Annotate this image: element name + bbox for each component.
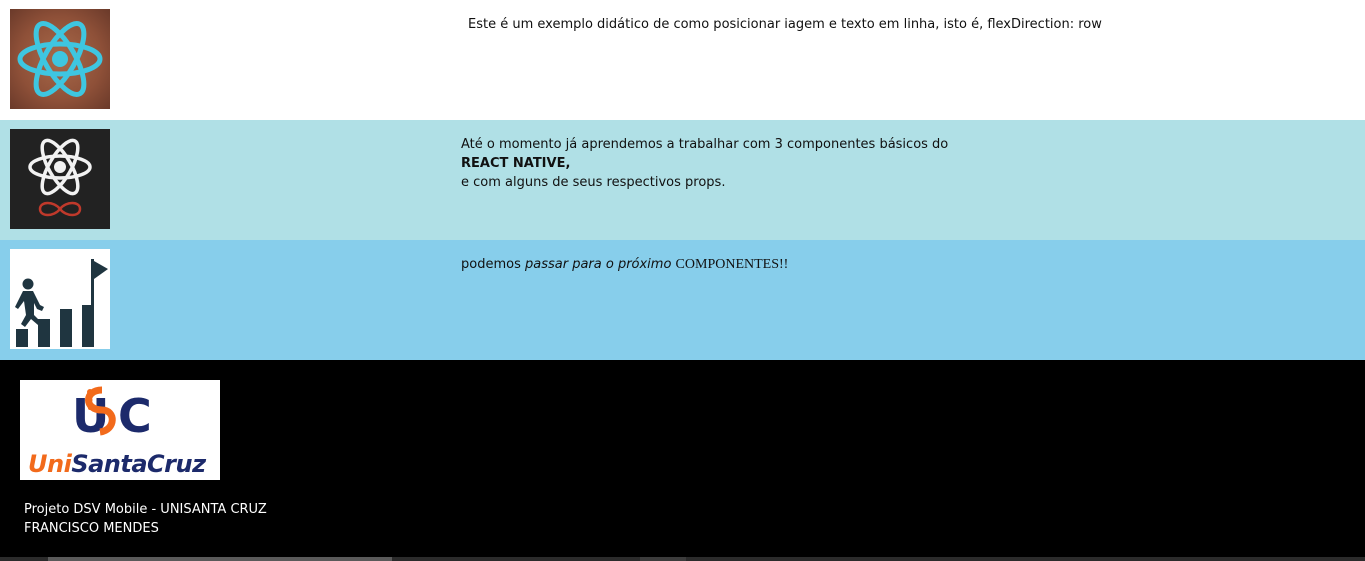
svg-text:C: C: [118, 389, 152, 443]
row-2-line-2: REACT NATIVE,: [461, 156, 571, 171]
content-row-2: Até o momento já aprendemos a trabalhar …: [0, 120, 1365, 240]
react-atom-logo-icon: [10, 9, 110, 109]
scrollbar-segment: [640, 557, 686, 561]
row-2-text: Até o momento já aprendemos a trabalhar …: [461, 135, 948, 192]
row-2-line-3: e com alguns de seus respectivos props.: [461, 175, 726, 190]
row-3-text-serif: COMPONENTES!!: [675, 257, 789, 272]
scrollbar-thumb[interactable]: [48, 557, 392, 561]
row-2-line-1: Até o momento já aprendemos a trabalhar …: [461, 137, 949, 152]
unisantacruz-logo: U C UniSantaCruz: [20, 380, 220, 480]
horizontal-scrollbar[interactable]: [0, 557, 1365, 561]
content-row-3: podemos passar para o próximo COMPONENTE…: [0, 240, 1365, 360]
svg-text:UniSantaCruz: UniSantaCruz: [28, 450, 207, 478]
footer-credits: Projeto DSV Mobile - UNISANTA CRUZ FRANC…: [24, 500, 267, 538]
row-1-text: Este é um exemplo didático de como posic…: [468, 17, 1102, 32]
row-3-text: podemos passar para o próximo COMPONENTE…: [461, 255, 788, 274]
row-3-text-italic: passar para o próximo: [524, 257, 676, 272]
content-row-1: Este é um exemplo didático de como posic…: [0, 0, 1365, 120]
row-3-text-part-1: podemos: [461, 257, 525, 272]
footer-line-2: FRANCISCO MENDES: [24, 521, 159, 536]
react-native-logo-icon: [10, 129, 110, 229]
footer: U C UniSantaCruz Projeto DSV Mobile - UN…: [0, 360, 1365, 558]
steps-to-goal-icon: [10, 249, 110, 349]
footer-line-1: Projeto DSV Mobile - UNISANTA CRUZ: [24, 502, 267, 517]
